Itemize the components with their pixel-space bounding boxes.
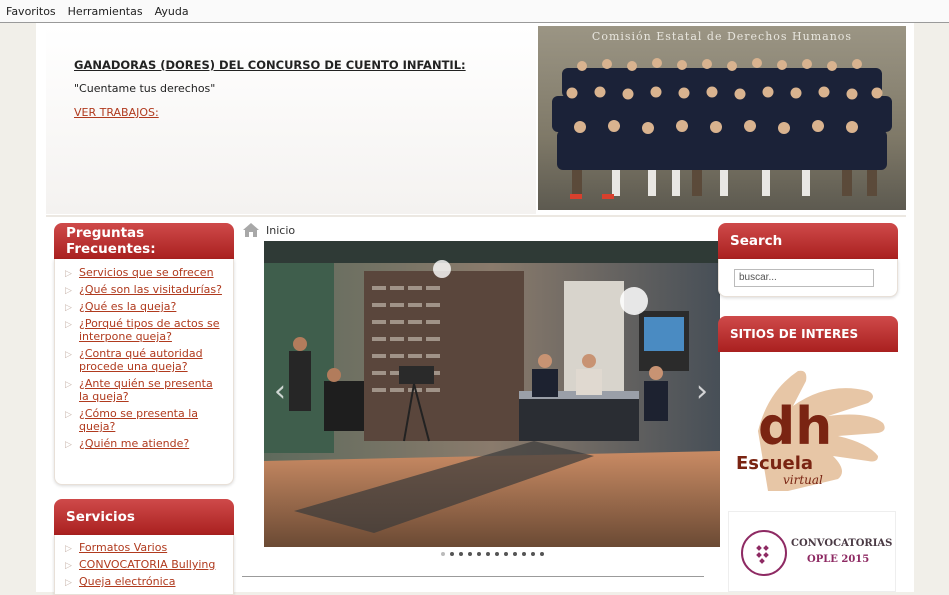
slider-dot[interactable] [512,552,517,556]
faq-item: ▷ ¿Contra qué autoridad procede una queja… [61,347,225,373]
dh-letters: dh [758,397,833,457]
faq-list: ▷ Servicios que se ofrecen ▷ ¿Qué son las … [61,266,225,450]
menu-ayuda[interactable]: Ayuda [155,5,189,18]
search-header: Search [718,223,898,259]
home-link[interactable]: Inicio [266,224,295,237]
view-works-link[interactable]: VER TRABAJOS: [74,106,159,119]
menu-bar: Favoritos Herramientas Ayuda [0,0,949,23]
slider-dot[interactable] [485,552,490,556]
group-photo: Comisión Estatal de Derechos Humanos [538,26,906,210]
bullet-icon: ▷ [65,410,72,420]
menu-herramientas[interactable]: Herramientas [68,5,143,18]
bullet-icon: ▷ [65,380,72,390]
menu-favoritos[interactable]: Favoritos [6,5,56,18]
tv-studio-image [264,241,720,547]
ople-banner[interactable]: CONVOCATORIAS OPLE 2015 [728,511,896,592]
faq-title: Preguntas Frecuentes: [66,225,156,257]
bullet-icon: ▷ [65,320,72,330]
main-content: Inicio ‹ › [242,221,720,592]
services-item: ▷ Queja electrónica [61,575,225,588]
content-divider [242,576,704,577]
search-input[interactable]: buscar... [734,269,874,287]
services-link-online-complaint[interactable]: Queja electrónica [79,575,175,588]
faq-item: ▷ ¿Porqué tipos de actos se interpone que… [61,317,225,343]
faq-link-services[interactable]: Servicios que se ofrecen [79,266,214,279]
faq-item: ▷ ¿Qué es la queja? [61,300,225,313]
bullet-icon: ▷ [65,440,72,450]
services-link-bullying[interactable]: CONVOCATORIA Bullying [79,558,215,571]
services-header: Servicios [54,499,234,535]
home-icon[interactable] [242,221,260,239]
faq-box: ▷ Servicios que se ofrecen ▷ ¿Qué son las … [54,259,234,485]
faq-link-which-authority[interactable]: ¿Contra qué autoridad procede una queja? [79,347,203,373]
faq-item: ▷ ¿Qué son las visitadurías? [61,283,225,296]
bullet-icon: ▷ [65,269,72,279]
slider-dot[interactable] [458,552,463,556]
search-title: Search [730,233,783,249]
faq-link-before-whom[interactable]: ¿Ante quién se presenta la queja? [79,377,213,403]
faq-link-acts-types[interactable]: ¿Porqué tipos de actos se interpone quej… [79,317,219,343]
bullet-icon: ▷ [65,544,72,554]
bullet-icon: ▷ [65,303,72,313]
slider-dot[interactable] [521,552,526,556]
slider-dot[interactable] [503,552,508,556]
page-container: GANADORAS (DORES) DEL CONCURSO DE CUENTO… [36,23,914,595]
services-title: Servicios [66,509,135,525]
slider-dot[interactable] [530,552,535,556]
photo-caption: Comisión Estatal de Derechos Humanos [591,30,853,43]
slider-dot[interactable] [449,552,454,556]
ople-convocatorias-label: CONVOCATORIAS [791,538,893,549]
slider-dot[interactable] [467,552,472,556]
slider-dot[interactable] [539,552,544,556]
bullet-icon: ▷ [65,286,72,296]
faq-link-what-is-complaint[interactable]: ¿Qué es la queja? [79,300,176,313]
banner-separator [46,215,906,217]
image-slider: ‹ › [264,241,720,547]
slider-dot[interactable] [476,552,481,556]
search-box: buscar... [718,259,898,297]
faq-link-how-to-file[interactable]: ¿Cómo se presenta la queja? [79,407,198,433]
bullet-icon: ▷ [65,350,72,360]
services-box: ▷ Formatos Varios ▷ CONVOCATORIA Bullying … [54,535,234,595]
contest-banner: GANADORAS (DORES) DEL CONCURSO DE CUENTO… [46,26,536,214]
bullet-icon: ▷ [65,578,72,588]
ople-logo-icon [741,530,787,576]
dh-escuela-label: Escuela [736,453,814,474]
faq-header: Preguntas Frecuentes: [54,223,234,259]
dh-virtual-label: virtual [783,473,823,487]
faq-item: ▷ ¿Cómo se presenta la queja? [61,407,225,433]
slider-next-arrow[interactable]: › [690,371,714,411]
ople-year-label: OPLE 2015 [807,554,870,565]
faq-item: ▷ ¿Quién me atiende? [61,437,225,450]
faq-link-who-attends[interactable]: ¿Quién me atiende? [79,437,189,450]
faq-item: ▷ ¿Ante quién se presenta la queja? [61,377,225,403]
contest-title[interactable]: GANADORAS (DORES) DEL CONCURSO DE CUENTO… [74,58,466,72]
sites-header: SITIOS DE INTERES [718,316,898,352]
services-item: ▷ CONVOCATORIA Bullying [61,558,225,571]
breadcrumb: Inicio [242,221,295,239]
services-link-formats[interactable]: Formatos Varios [79,541,167,554]
slider-dot[interactable] [440,552,445,556]
services-list: ▷ Formatos Varios ▷ CONVOCATORIA Bullying … [61,541,225,588]
contest-subtitle: "Cuentame tus derechos" [74,82,216,95]
slider-dots [264,552,720,556]
slider-dot[interactable] [494,552,499,556]
bullet-icon: ▷ [65,561,72,571]
group-people-image [552,58,892,199]
dh-escuela-banner[interactable]: dh Escuela virtual [728,361,896,501]
faq-item: ▷ Servicios que se ofrecen [61,266,225,279]
services-item: ▷ Formatos Varios [61,541,225,554]
faq-link-visitadurias[interactable]: ¿Qué son las visitadurías? [79,283,222,296]
slider-prev-arrow[interactable]: ‹ [268,371,292,411]
sites-title: SITIOS DE INTERES [730,327,859,341]
